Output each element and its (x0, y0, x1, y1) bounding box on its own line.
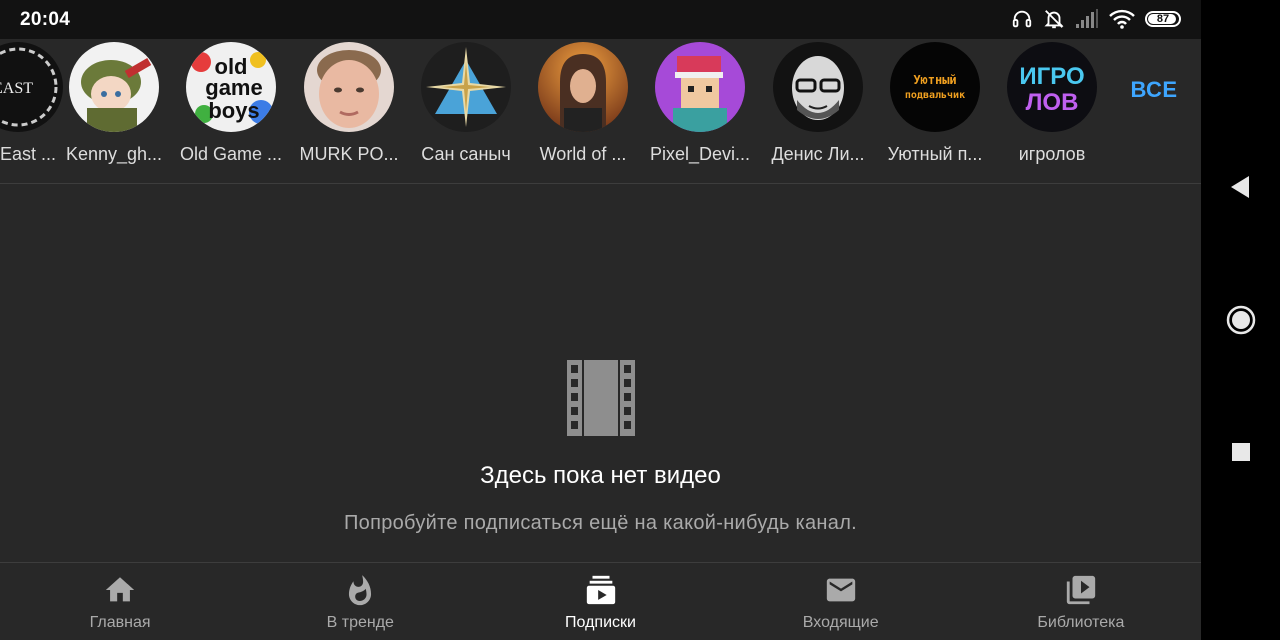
east-logo-text: EAST (0, 80, 33, 97)
channel-item[interactable]: Сан саныч (410, 42, 522, 165)
old-game-boys-text-3: boys (208, 98, 259, 123)
old-game-boys-logo-avatar: old game boys (186, 42, 276, 132)
system-recents-button[interactable] (1201, 441, 1280, 463)
igrolov-logo-avatar: ИГРО ЛОВ (1007, 42, 1097, 132)
cozy-basement-logo-avatar: Уютный подвальчик (890, 42, 980, 132)
channel-name: Сан саныч (421, 144, 511, 164)
muted-bell-icon (1044, 10, 1064, 29)
cozy-basement-text-1: Уютный (913, 73, 956, 87)
status-time: 20:04 (20, 9, 71, 30)
face-photo-avatar (304, 42, 394, 132)
subscriptions-icon (586, 575, 615, 605)
signal-icon (1076, 9, 1098, 28)
status-bar: 20:04 87 (0, 0, 1201, 39)
headphones-icon (1012, 10, 1032, 28)
film-strip-icon (566, 360, 635, 436)
nav-subscriptions[interactable]: Подписки (480, 563, 720, 640)
library-icon (1066, 575, 1096, 605)
empty-state: Здесь пока нет видео Попробуйте подписат… (0, 360, 1201, 535)
home-circle-icon (1226, 305, 1255, 335)
nav-label: Библиотека (1037, 614, 1125, 631)
compass-star-avatar (421, 42, 511, 132)
nav-home[interactable]: Главная (0, 563, 240, 640)
channel-name: игролов (1018, 144, 1086, 164)
channel-name: Kenny_gh... (65, 144, 163, 164)
mail-icon (826, 578, 855, 602)
nav-label: Подписки (565, 614, 636, 631)
channel-item[interactable]: Уютный подвальчик Уютный п... (879, 42, 991, 165)
system-home-button[interactable] (1201, 304, 1280, 336)
person-photo-avatar (538, 42, 628, 132)
nav-trending[interactable]: В тренде (240, 563, 480, 640)
pixel-character-avatar (655, 42, 745, 132)
channel-name: Денис Ли... (771, 144, 865, 164)
empty-state-title: Здесь пока нет видео (480, 462, 721, 489)
channel-item[interactable]: ИГРО ЛОВ игролов (996, 42, 1108, 165)
wifi-icon (1109, 9, 1135, 29)
igrolov-text-2: ЛОВ (1026, 89, 1079, 116)
nav-label: В тренде (326, 614, 394, 631)
channel-name: Old Game ... (179, 144, 283, 164)
bottom-navigation: Главная В тренде Подписки Входящие Библи… (0, 562, 1201, 640)
system-back-button[interactable] (1201, 174, 1280, 200)
nav-library[interactable]: Библиотека (961, 563, 1201, 640)
old-game-boys-text-2: game (205, 75, 262, 100)
system-navigation-bar (1201, 0, 1280, 640)
status-icons: 87 (1011, 8, 1181, 30)
back-icon (1230, 176, 1249, 198)
app-screen: 20:04 87 AST East ... Kenny_gh... old ga… (0, 0, 1201, 640)
home-icon (105, 577, 135, 602)
flame-icon (349, 575, 372, 606)
nav-label: Входящие (802, 614, 879, 631)
channel-item[interactable]: World of ... (527, 42, 639, 165)
channel-item[interactable]: Pixel_Devi... (644, 42, 756, 165)
igrolov-text-1: ИГРО (1019, 63, 1084, 90)
recents-icon (1231, 443, 1250, 461)
battery-icon: 87 (1145, 11, 1181, 27)
channel-item[interactable]: old game boys Old Game ... (175, 42, 287, 165)
battery-level: 87 (1156, 13, 1170, 25)
channel-carousel[interactable]: EAST East ... Kenny_gh... (0, 39, 1201, 184)
nav-label: Главная (89, 614, 151, 631)
channel-name: Pixel_Devi... (649, 144, 751, 164)
anime-soldier-avatar (69, 42, 159, 132)
nav-inbox[interactable]: Входящие (721, 563, 961, 640)
channel-item[interactable]: Денис Ли... (762, 42, 874, 165)
all-channels-link[interactable]: ВСЕ (1124, 77, 1184, 103)
cozy-basement-text-2: подвальчик (905, 90, 965, 101)
channel-name: Уютный п... (887, 144, 983, 164)
channel-name: World of ... (539, 144, 627, 164)
bearded-man-avatar (773, 42, 863, 132)
channel-item[interactable]: MURK PO... (293, 42, 405, 165)
empty-state-subtitle: Попробуйте подписаться ещё на какой-нибу… (343, 512, 858, 534)
dark-logo-avatar: EAST (0, 42, 63, 132)
channel-item[interactable]: Kenny_gh... (58, 42, 170, 165)
channel-name: MURK PO... (299, 144, 399, 164)
